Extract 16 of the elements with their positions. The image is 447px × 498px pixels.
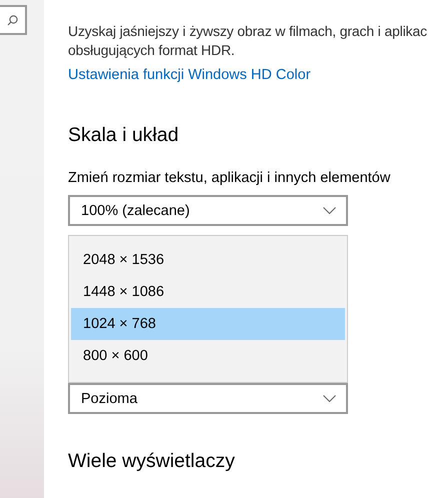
chevron-down-icon — [323, 206, 336, 214]
orientation-dropdown[interactable]: Pozioma — [68, 383, 348, 414]
resolution-option[interactable]: 800 × 600 — [71, 340, 345, 372]
search-field[interactable] — [0, 5, 27, 35]
resolution-option[interactable]: 1448 × 1086 — [71, 276, 345, 308]
description-text: Uzyskaj jaśniejszy i żywszy obraz w filmach, grach i aplikac — [68, 22, 428, 41]
description-text: obsługujących format HDR. — [68, 41, 236, 60]
hd-color-settings-link[interactable]: Ustawienia funkcji Windows HD Color — [68, 67, 311, 83]
chevron-down-icon — [323, 394, 336, 402]
section-heading: Skala i układ — [68, 123, 180, 148]
resolution-option[interactable]: 2048 × 1536 — [71, 244, 345, 276]
scale-dropdown[interactable]: 100% (zalecane) — [68, 195, 348, 226]
scale-label: Zmień rozmiar tekstu, aplikacji i innych elementów — [68, 169, 392, 187]
resolution-option[interactable]: 1024 × 768 — [71, 308, 345, 340]
search-icon — [7, 14, 18, 26]
section-heading: Wiele wyświetlaczy — [68, 449, 236, 474]
